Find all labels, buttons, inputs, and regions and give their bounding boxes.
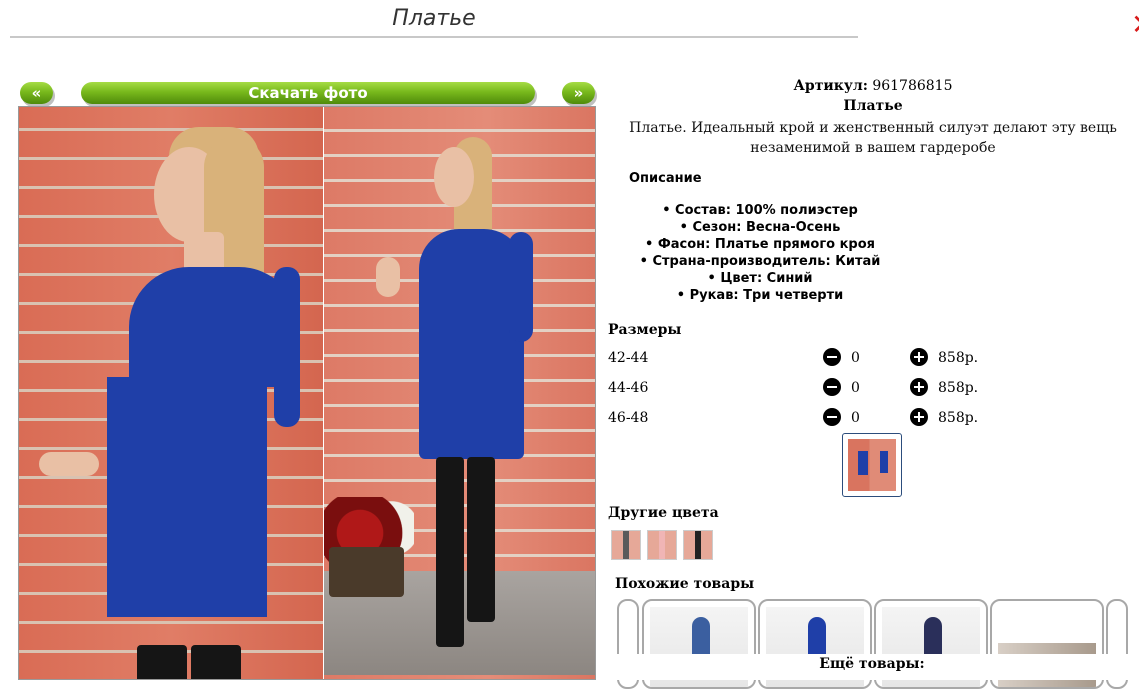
attribute-item: • Сезон: Весна-Осень <box>679 220 841 235</box>
attribute-item: • Фасон: Платье прямого кроя <box>645 237 875 252</box>
quantity-value: 0 <box>851 410 860 426</box>
product-name: Платье <box>843 98 903 114</box>
sku-line: Артикул: 961786815 <box>610 78 1136 94</box>
size-label: 44-46 <box>608 380 649 396</box>
size-row: 46-48 0 858р. <box>608 408 1008 432</box>
page-title: Платье <box>392 6 476 31</box>
quantity-value: 0 <box>851 380 860 396</box>
sku-value: 961786815 <box>872 78 953 94</box>
plus-icon[interactable] <box>910 348 928 366</box>
quantity-value: 0 <box>851 350 860 366</box>
more-items-heading: Ещё товары: <box>819 656 925 672</box>
size-label: 46-48 <box>608 410 649 426</box>
other-colors-heading: Другие цвета <box>608 505 719 521</box>
size-row: 44-46 0 858р. <box>608 378 1008 402</box>
download-photo-button[interactable]: Скачать фото <box>81 82 535 104</box>
minus-icon[interactable] <box>823 348 841 366</box>
price: 858р. <box>938 410 979 426</box>
price: 858р. <box>938 380 979 396</box>
photo-right-panel <box>324 107 595 679</box>
photo-thumbnail[interactable] <box>842 433 902 497</box>
thumbnail-image <box>848 439 896 491</box>
close-icon[interactable]: ✕ <box>1131 10 1139 40</box>
similar-heading: Похожие товары <box>615 576 755 592</box>
price: 858р. <box>938 350 979 366</box>
title-divider <box>10 36 858 38</box>
size-label: 42-44 <box>608 350 649 366</box>
color-variant-thumbnail[interactable] <box>683 530 713 560</box>
product-description: Платье. Идеальный крой и женственный сил… <box>629 120 1117 156</box>
color-variant-thumbnail[interactable] <box>647 530 677 560</box>
attribute-item: • Страна-производитель: Китай <box>639 254 881 269</box>
plus-icon[interactable] <box>910 408 928 426</box>
sizes-heading: Размеры <box>608 322 682 338</box>
attribute-item: • Цвет: Синий <box>707 271 813 286</box>
minus-icon[interactable] <box>823 408 841 426</box>
attribute-list: • Состав: 100% полиэстер • Сезон: Весна-… <box>610 202 910 304</box>
size-row: 42-44 0 858р. <box>608 348 1008 372</box>
description-heading: Описание <box>629 171 702 186</box>
color-variant-thumbnail[interactable] <box>611 530 641 560</box>
product-photo[interactable] <box>18 106 596 680</box>
photo-left-panel <box>19 107 323 679</box>
sku-label: Артикул: <box>793 78 868 94</box>
prev-photo-button[interactable]: « <box>20 82 53 104</box>
next-photo-button[interactable]: » <box>562 82 595 104</box>
attribute-item: • Рукав: Три четверти <box>676 288 844 303</box>
plus-icon[interactable] <box>910 378 928 396</box>
minus-icon[interactable] <box>823 378 841 396</box>
attribute-item: • Состав: 100% полиэстер <box>662 203 858 218</box>
